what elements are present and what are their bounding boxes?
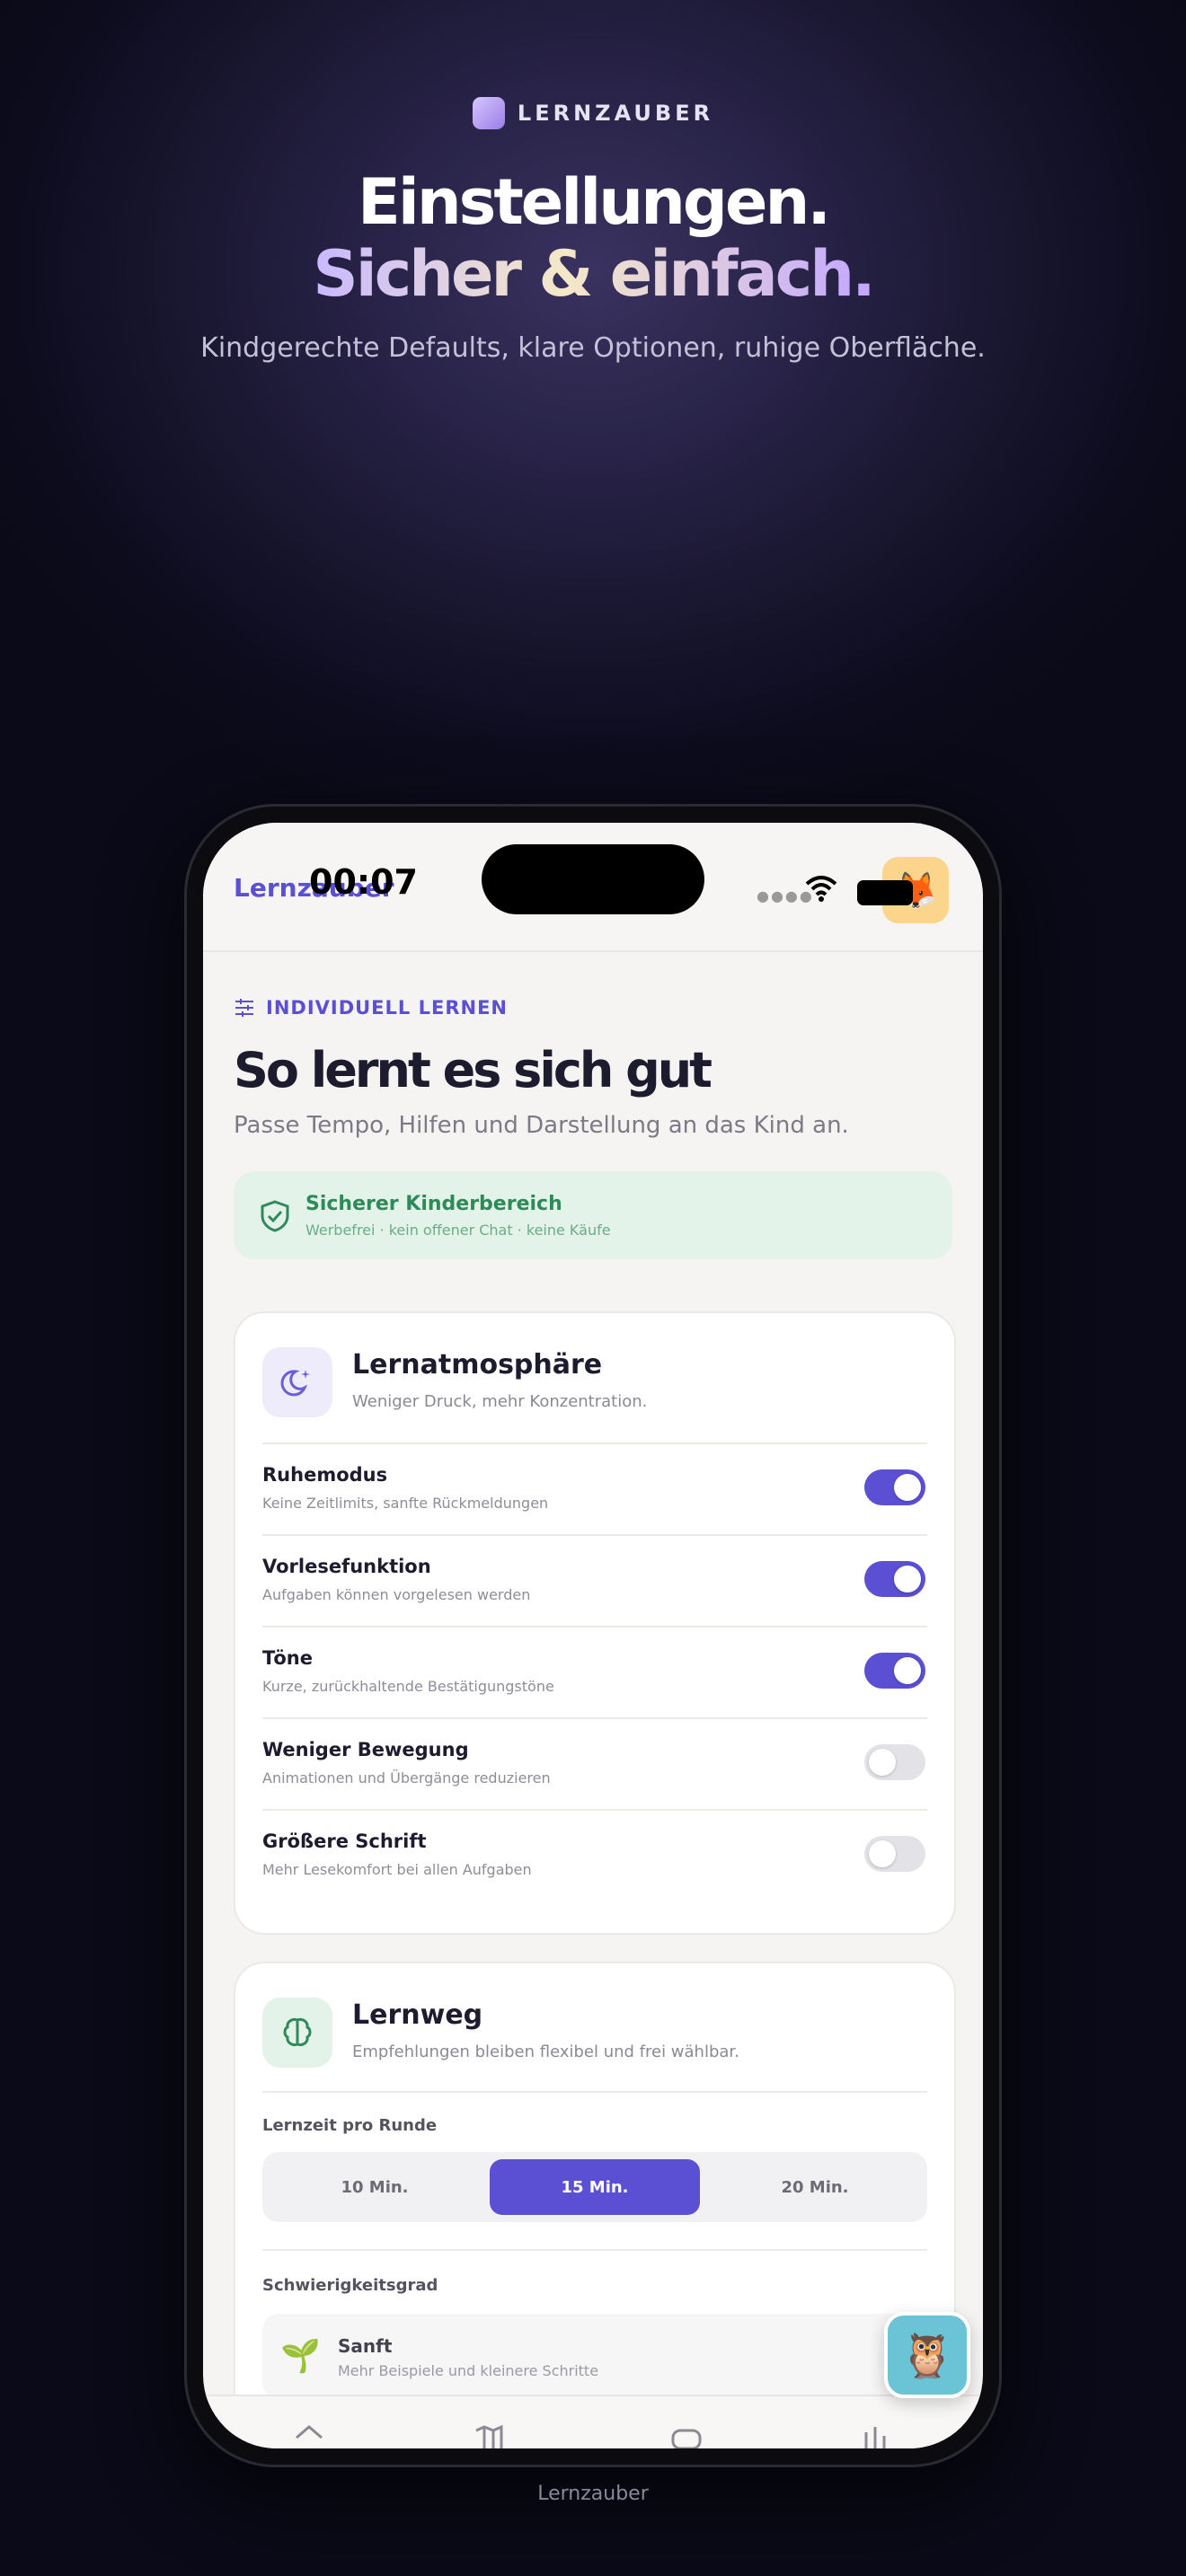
- atmosphere-subtitle: Weniger Druck, mehr Konzentration.: [352, 1392, 648, 1411]
- setting-desc-weniger-bewegung: Animationen und Übergänge reduzieren: [262, 1769, 551, 1786]
- page-subtitle: Passe Tempo, Hilfen und Darstellung an d…: [234, 1112, 849, 1139]
- setting-label-groessere-schrift: Größere Schrift: [262, 1831, 427, 1852]
- setting-label-weniger-bewegung: Weniger Bewegung: [262, 1739, 469, 1760]
- page-title: So lernt es sich gut: [234, 1042, 712, 1098]
- toggle-knob: [894, 1566, 921, 1592]
- toggle-ruhemodus[interactable]: [864, 1469, 925, 1505]
- divider: [262, 1534, 927, 1536]
- difficulty-option-sanft[interactable]: 🌱 Sanft Mehr Beispiele und kleinere Schr…: [262, 2314, 927, 2398]
- atmosphere-title: Lernatmosphäre: [352, 1349, 603, 1381]
- toggle-knob: [869, 1749, 896, 1776]
- toggle-toene[interactable]: [864, 1653, 925, 1689]
- hero-title-line1: Einstellungen.: [358, 165, 831, 239]
- moon-sparkle-icon: [280, 1370, 310, 1397]
- setting-desc-ruhemodus: Keine Zeitlimits, sanfte Rückmeldungen: [262, 1495, 549, 1512]
- setting-label-toene: Töne: [262, 1647, 313, 1669]
- status-time: 00:07: [309, 862, 418, 902]
- time-segmented-control: 10 Min. 15 Min. 20 Min.: [262, 2152, 927, 2222]
- battery-icon: [857, 880, 913, 905]
- time-option-10[interactable]: 10 Min.: [270, 2159, 480, 2215]
- home-icon[interactable]: [293, 2423, 325, 2448]
- toggle-groessere-schrift[interactable]: [864, 1836, 925, 1872]
- sprout-icon: 🌱: [280, 2338, 321, 2375]
- stats-icon[interactable]: [859, 2423, 891, 2448]
- safe-area-banner: Sicherer Kinderbereich Werbefrei · kein …: [234, 1171, 952, 1259]
- brand-header: LERNZAUBER: [0, 97, 1186, 129]
- setting-label-vorlesefunktion: Vorlesefunktion: [262, 1556, 431, 1577]
- gamepad-icon[interactable]: [670, 2423, 703, 2448]
- hero-title-line2-text: Sicher & einfach.: [313, 237, 875, 311]
- brain-icon: [283, 2018, 312, 2046]
- difficulty-option-title: Sanft: [338, 2335, 393, 2357]
- hero-title-line2: Sicher & einfach.: [0, 235, 1186, 313]
- learning-path-title: Lernweg: [352, 1999, 483, 2031]
- time-per-round-label: Lernzeit pro Runde: [262, 2116, 438, 2135]
- footer-caption: Lernzauber: [537, 2483, 649, 2505]
- safe-banner-subtitle: Werbefrei · kein offener Chat · keine Kä…: [305, 1222, 611, 1239]
- moon-icon-tile: [262, 1347, 332, 1417]
- phone-frame: Lernzauber 00:07 ●●●● 🦊 INDIVIDUELL LERN…: [187, 807, 999, 2465]
- time-option-20[interactable]: 20 Min.: [710, 2159, 920, 2215]
- setting-desc-toene: Kurze, zurückhaltende Bestätigungstöne: [262, 1678, 554, 1695]
- divider: [262, 1717, 927, 1719]
- divider: [262, 1626, 927, 1628]
- learning-path-subtitle: Empfehlungen bleiben flexibel und frei w…: [352, 2042, 739, 2061]
- setting-desc-vorlesefunktion: Aufgaben können vorgelesen werden: [262, 1586, 531, 1603]
- toggle-knob: [869, 1840, 896, 1867]
- brand-name: LERNZAUBER: [517, 101, 714, 126]
- divider: [262, 2249, 927, 2251]
- brain-icon-tile: [262, 1998, 332, 2068]
- eyebrow: INDIVIDUELL LERNEN: [234, 997, 508, 1019]
- divider: [262, 1442, 927, 1444]
- toggle-weniger-bewegung[interactable]: [864, 1744, 925, 1780]
- divider: [262, 2091, 927, 2093]
- bottom-tab-bar: [203, 2395, 983, 2448]
- learning-path-card: Lernweg Empfehlungen bleiben flexibel un…: [234, 1962, 956, 2448]
- toggle-knob: [894, 1657, 921, 1684]
- atmosphere-card: Lernatmosphäre Weniger Druck, mehr Konze…: [234, 1311, 956, 1935]
- eyebrow-label: INDIVIDUELL LERNEN: [266, 997, 508, 1019]
- brand-logo: [472, 97, 505, 129]
- dynamic-island: [482, 844, 704, 914]
- setting-desc-groessere-schrift: Mehr Lesekomfort bei allen Aufgaben: [262, 1861, 532, 1878]
- setting-label-ruhemodus: Ruhemodus: [262, 1464, 388, 1486]
- toggle-vorlesefunktion[interactable]: [864, 1561, 925, 1597]
- difficulty-option-desc: Mehr Beispiele und kleinere Schritte: [338, 2362, 599, 2379]
- phone-screen: Lernzauber 00:07 ●●●● 🦊 INDIVIDUELL LERN…: [203, 823, 983, 2448]
- divider: [262, 1809, 927, 1811]
- map-icon[interactable]: [473, 2423, 505, 2448]
- toggle-knob: [894, 1474, 921, 1501]
- owl-helper-button[interactable]: 🦉: [884, 2312, 970, 2398]
- difficulty-label: Schwierigkeitsgrad: [262, 2276, 438, 2295]
- safe-banner-title: Sicherer Kinderbereich: [305, 1193, 562, 1215]
- hero-subtitle: Kindgerechte Defaults, klare Optionen, r…: [200, 332, 986, 364]
- shield-check-icon: [261, 1200, 289, 1232]
- wifi-icon: [805, 876, 837, 902]
- time-option-15[interactable]: 15 Min.: [490, 2159, 700, 2215]
- sliders-icon: [235, 999, 253, 1017]
